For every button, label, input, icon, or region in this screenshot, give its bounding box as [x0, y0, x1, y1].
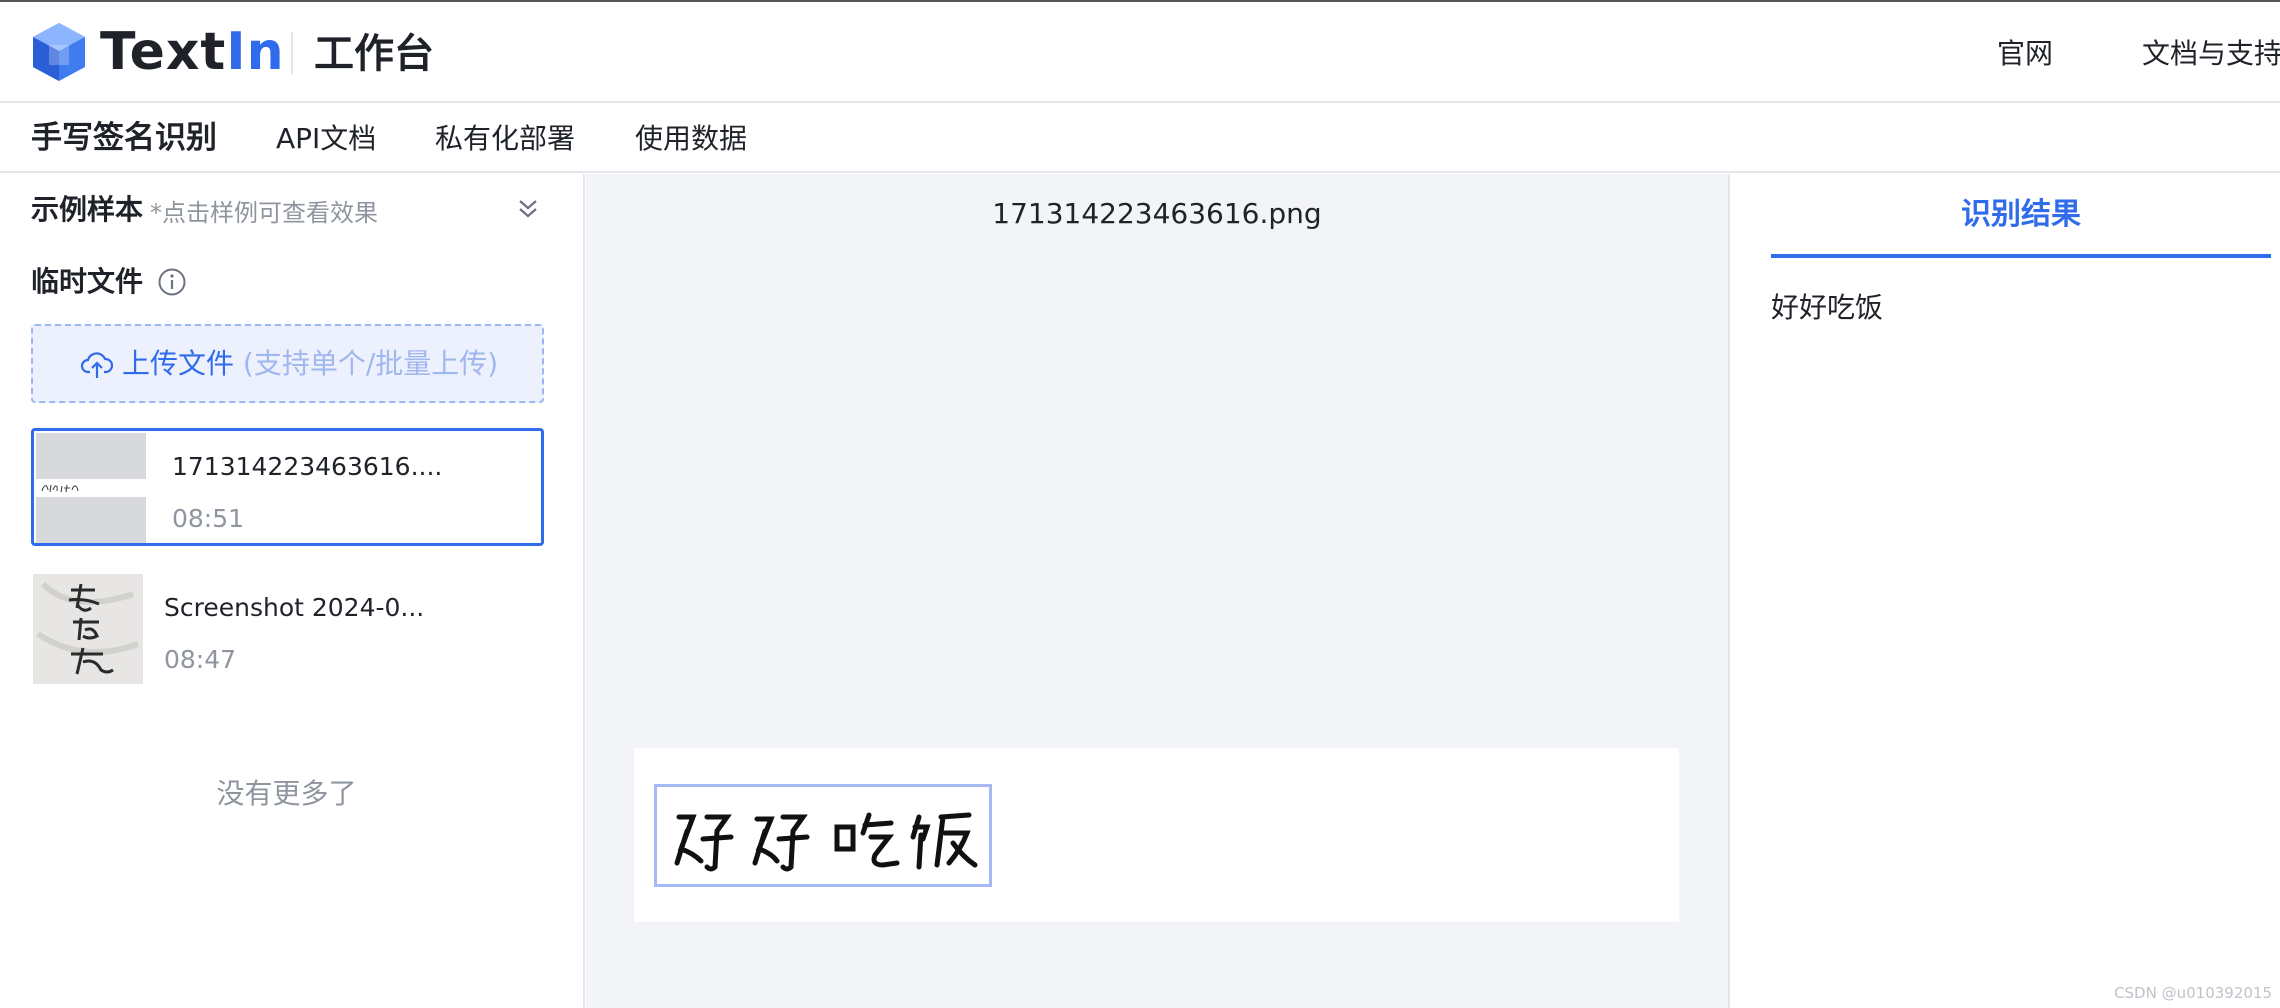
upload-file-button[interactable]: 上传文件 (支持单个/批量上传) [31, 324, 544, 403]
file-time: 08:51 [172, 504, 245, 533]
cloud-upload-icon [81, 352, 113, 378]
sample-hint: *点击样例可查看效果 [150, 199, 378, 227]
nav-usage-data[interactable]: 使用数据 [635, 119, 747, 159]
nav-private-deploy[interactable]: 私有化部署 [435, 119, 575, 159]
file-item-active[interactable]: 171314223463616.... 08:51 [31, 428, 544, 546]
watermark: CSDN @u010392015 [2114, 984, 2272, 1002]
document-canvas[interactable] [634, 748, 1679, 922]
chevron-double-down-icon[interactable] [515, 196, 541, 222]
nav-api-docs[interactable]: API文档 [276, 119, 376, 159]
file-name: 171314223463616.... [172, 452, 443, 481]
app-header: TextIn 工作台 官网 文档与支持 [0, 2, 2280, 103]
file-thumbnail [33, 574, 143, 684]
calligraphy-thumbnail-image [33, 574, 143, 684]
file-item[interactable]: Screenshot 2024-0... 08:47 [31, 572, 544, 690]
docs-support-link[interactable]: 文档与支持 [2142, 34, 2280, 74]
signature-mini-image [41, 484, 79, 493]
recognition-result-text: 好好吃饭 [1771, 291, 1884, 324]
workbench-title: 工作台 [314, 31, 434, 77]
info-icon[interactable] [157, 267, 187, 297]
header-divider [291, 32, 293, 74]
textin-logo-icon [33, 23, 85, 81]
handwritten-signature-image [674, 812, 978, 872]
preview-file-name: 171314223463616.png [992, 197, 1322, 230]
no-more-text: 没有更多了 [216, 777, 357, 810]
upload-sub-label: (支持单个/批量上传) [242, 347, 499, 380]
official-site-link[interactable]: 官网 [1997, 34, 2053, 74]
page-title: 手写签名识别 [31, 120, 217, 156]
file-time: 08:47 [164, 645, 237, 674]
file-thumbnail [36, 433, 146, 543]
logo-wordmark[interactable]: TextIn [100, 20, 285, 84]
file-name: Screenshot 2024-0... [164, 593, 425, 622]
file-sidebar: 示例样本 *点击样例可查看效果 临时文件 上传文件 (支持单个/批量上传) 17… [0, 174, 585, 1008]
tab-label: 识别结果 [1961, 197, 2081, 232]
temp-files-title: 临时文件 [31, 265, 144, 298]
sub-navigation: 手写签名识别 API文档 私有化部署 使用数据 [0, 103, 2280, 173]
sample-section-title: 示例样本 [31, 193, 144, 226]
preview-panel: 171314223463616.png [586, 174, 1728, 1008]
result-panel: 识别结果 好好吃饭 [1728, 174, 2280, 1008]
upload-label: 上传文件 [122, 347, 235, 380]
tab-recognition-result[interactable]: 识别结果 [1771, 174, 2271, 258]
signature-detection-box[interactable] [654, 784, 992, 887]
